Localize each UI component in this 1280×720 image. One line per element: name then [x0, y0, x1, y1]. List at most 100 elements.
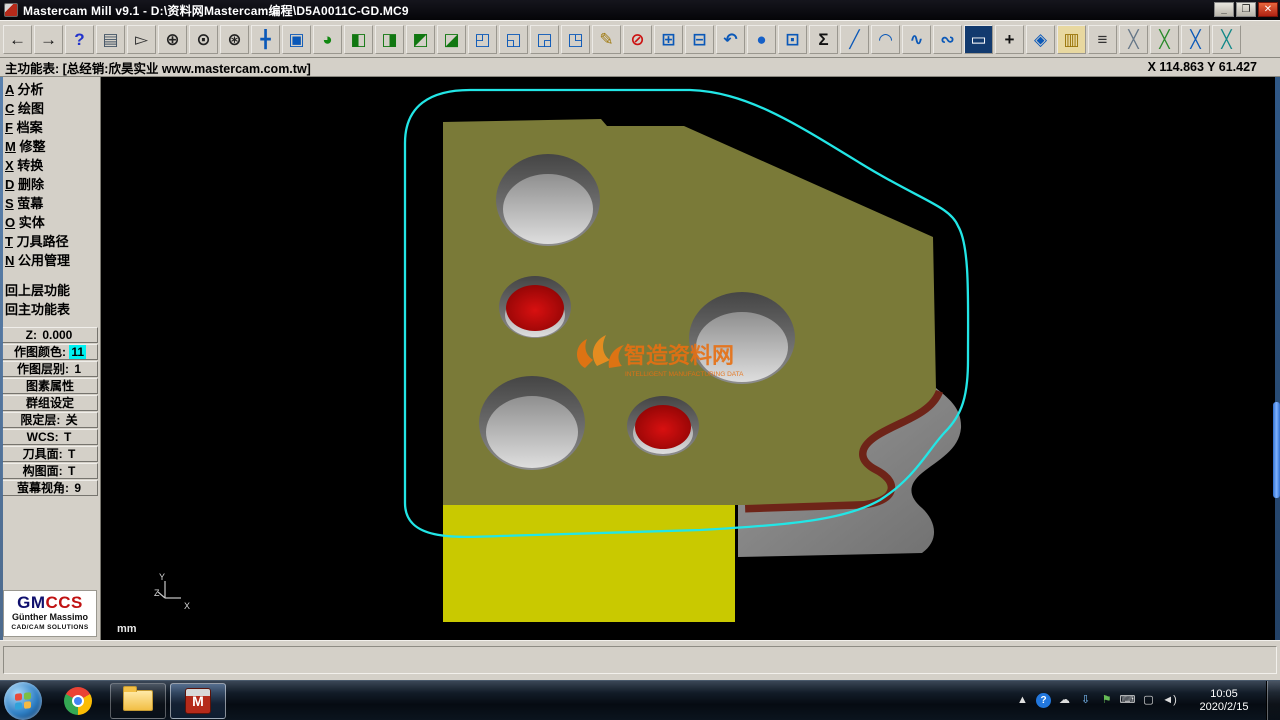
tray-update-icon[interactable]: ⇩ [1075, 691, 1096, 711]
sidebar-status-group-settings[interactable]: 群组设定 [2, 395, 98, 411]
screen: Mastercam Mill v9.1 - D:\资料网Mastercam编程\… [0, 0, 1280, 720]
fit-screen-icon[interactable]: ╋ [251, 25, 280, 54]
toolbar-icons: ←→?▤▻⊕⊙⊛╋▣◕◧◨◩◪◰◱◲◳✎⊘⊞⊟↶●⊡Σ╱◠∿∾▭+◈▥≡╳╳╳╳ [3, 25, 1277, 54]
create-point-icon[interactable]: + [995, 25, 1024, 54]
delete-entity-icon[interactable]: ✎ [592, 25, 621, 54]
sidebar-item-m[interactable]: M 修整 [0, 137, 100, 156]
trim-close-icon[interactable]: ╳ [1212, 25, 1241, 54]
taskbar-explorer-button[interactable] [110, 683, 166, 719]
create-fillet-icon[interactable]: ∿ [902, 25, 931, 54]
logo-line2: Günther Massimo [4, 612, 96, 623]
app-icon [4, 3, 18, 17]
sidebar-item-n[interactable]: N 公用管理 [0, 251, 100, 270]
sidebar-status: Z: 0.000作图颜色: 11作图层别: 1图素属性群组设定限定层: 关WCS… [0, 327, 100, 496]
close-button[interactable]: ✕ [1258, 2, 1278, 17]
forward-arrow-icon[interactable]: → [34, 25, 63, 54]
zoom-window-icon[interactable]: ⊙ [189, 25, 218, 54]
viewport-canvas[interactable]: 智造资料网 INTELLIGENT MANUFACTURING DATA Y Z… [101, 77, 1280, 640]
menu-bar: 主功能表: [总经销:欣昊实业 www.mastercam.com.tw] X … [0, 58, 1280, 77]
cplane-front-icon[interactable]: ◱ [499, 25, 528, 54]
create-rect-icon[interactable]: ▭ [964, 25, 993, 54]
cplane-side-icon[interactable]: ◲ [530, 25, 559, 54]
minimize-button[interactable]: _ [1214, 2, 1234, 17]
sidebar-item-x[interactable]: X 转换 [0, 156, 100, 175]
sidebar-item-o[interactable]: O 实体 [0, 213, 100, 232]
taskbar-clock[interactable]: 10:05 2020/2/15 [1188, 688, 1260, 714]
trim-divide-icon[interactable]: ╳ [1181, 25, 1210, 54]
right-scrollbar-thumb[interactable] [1273, 402, 1280, 498]
folder-icon [123, 690, 153, 711]
start-button[interactable] [4, 682, 42, 720]
tray-cloud-icon[interactable]: ☁ [1054, 691, 1075, 711]
gview-top-icon[interactable]: ◧ [344, 25, 373, 54]
trim-one-icon[interactable]: ╳ [1119, 25, 1148, 54]
sidebar-nav-back-level[interactable]: 回上层功能 [0, 281, 100, 300]
taskbar-chrome-button[interactable] [50, 683, 106, 719]
tray-input-icon[interactable]: ⌨ [1117, 691, 1138, 711]
gview-side-icon[interactable]: ◩ [406, 25, 435, 54]
unzoom-icon[interactable]: ⊛ [220, 25, 249, 54]
sidebar-status-level-limit[interactable]: 限定层: 关 [2, 412, 98, 428]
sidebar-status-draw-level[interactable]: 作图层别: 1 [2, 361, 98, 377]
hole-red-1[interactable] [499, 276, 571, 338]
taskbar-mastercam-button[interactable]: M [170, 683, 226, 719]
notepad-icon[interactable]: ▤ [96, 25, 125, 54]
sidebar-status-graphics-view[interactable]: 萤幕视角: 9 [2, 480, 98, 496]
sidebar-nav-main-menu[interactable]: 回主功能表 [0, 300, 100, 319]
zoom-in-icon[interactable]: ⊕ [158, 25, 187, 54]
tray-help-icon[interactable]: ? [1036, 693, 1051, 708]
tray-expand-icon[interactable]: ▲ [1012, 691, 1033, 711]
maximize-button[interactable]: ❐ [1236, 2, 1256, 17]
file-drawer-icon[interactable]: ▥ [1057, 25, 1086, 54]
sidebar-status-entity-attributes[interactable]: 图素属性 [2, 378, 98, 394]
layer-manager-icon[interactable]: ≡ [1088, 25, 1117, 54]
hole-large-3[interactable] [479, 376, 585, 470]
undo-icon[interactable]: ↶ [716, 25, 745, 54]
sidebar-status-wcs[interactable]: WCS: T [2, 429, 98, 445]
sidebar-item-c[interactable]: C 绘图 [0, 99, 100, 118]
sidebar-item-d[interactable]: D 删除 [0, 175, 100, 194]
graphics-viewport[interactable]: 智造资料网 INTELLIGENT MANUFACTURING DATA Y Z… [101, 77, 1280, 640]
help-icon[interactable]: ? [65, 25, 94, 54]
tray-security-icon[interactable]: ⚑ [1096, 691, 1117, 711]
show-desktop-button[interactable] [1266, 681, 1280, 720]
sidebar-status-tool-plane[interactable]: 刀具面: T [2, 446, 98, 462]
analyze-sigma-icon[interactable]: Σ [809, 25, 838, 54]
viewport-window-icon[interactable]: ⊡ [778, 25, 807, 54]
hole-red-2[interactable] [627, 396, 699, 456]
create-arc-icon[interactable]: ◠ [871, 25, 900, 54]
prompt-area[interactable] [3, 646, 1277, 674]
gview-sphere-icon[interactable]: ◕ [313, 25, 342, 54]
tray-volume-icon[interactable]: ◄) [1159, 691, 1180, 711]
cplane-top-icon[interactable]: ◰ [468, 25, 497, 54]
title-bar: Mastercam Mill v9.1 - D:\资料网Mastercam编程\… [0, 0, 1280, 20]
trim-two-icon[interactable]: ╳ [1150, 25, 1179, 54]
gview-front-icon[interactable]: ◨ [375, 25, 404, 54]
shade-sphere-icon[interactable]: ● [747, 25, 776, 54]
watermark-title: 智造资料网 [624, 343, 734, 368]
sidebar-status-draw-color[interactable]: 作图颜色: 11 [2, 344, 98, 360]
screen-next-icon[interactable]: ⊞ [654, 25, 683, 54]
cursor-query-icon[interactable]: ▻ [127, 25, 156, 54]
sidebar-status-z-depth[interactable]: Z: 0.000 [2, 327, 98, 343]
clock-date: 2020/2/15 [1188, 701, 1260, 714]
back-arrow-icon[interactable]: ← [3, 25, 32, 54]
sidebar-item-s[interactable]: S 萤幕 [0, 194, 100, 213]
gview-iso-icon[interactable]: ◪ [437, 25, 466, 54]
create-spline-icon[interactable]: ∾ [933, 25, 962, 54]
part-bottom-step[interactable] [443, 505, 735, 622]
sidebar-item-f[interactable]: F 档案 [0, 118, 100, 137]
cplane-iso-icon[interactable]: ◳ [561, 25, 590, 54]
create-surface-icon[interactable]: ◈ [1026, 25, 1055, 54]
create-line-icon[interactable]: ╱ [840, 25, 869, 54]
tray-display-icon[interactable]: ▢ [1138, 691, 1159, 711]
sidebar-status-construction-plane[interactable]: 构图面: T [2, 463, 98, 479]
sidebar-menu: A 分析C 绘图F 档案M 修整X 转换D 删除S 萤幕O 实体T 刀具路径N … [0, 77, 100, 270]
hole-large-1[interactable] [496, 154, 600, 246]
sidebar-item-a[interactable]: A 分析 [0, 80, 100, 99]
undelete-icon[interactable]: ⊘ [623, 25, 652, 54]
sidebar-item-t[interactable]: T 刀具路径 [0, 232, 100, 251]
screen-prev-icon[interactable]: ⊟ [685, 25, 714, 54]
axis-label-z: Z [154, 588, 160, 598]
repaint-icon[interactable]: ▣ [282, 25, 311, 54]
